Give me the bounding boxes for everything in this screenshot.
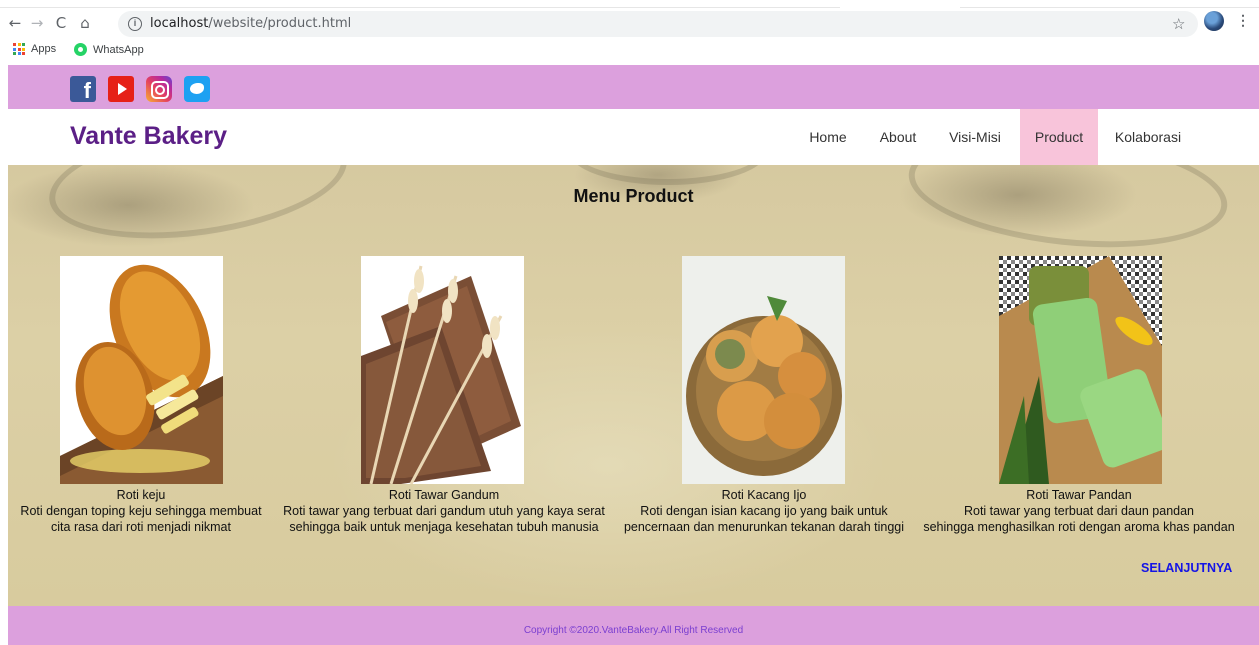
- product-description-line: sehingga menghasilkan roti dengan aroma …: [923, 520, 1235, 534]
- product-name: Roti keju: [116, 488, 166, 502]
- nav-about[interactable]: About: [866, 109, 930, 165]
- wheat-bread-illustration: [361, 256, 524, 484]
- product-caption-roti-keju: Roti keju Roti dengan toping keju sehing…: [8, 487, 274, 535]
- background-swirl: [568, 165, 768, 185]
- nav-home[interactable]: Home: [798, 109, 858, 165]
- background-swirl: [903, 165, 1233, 262]
- site-logo[interactable]: Vante Bakery: [70, 122, 227, 151]
- product-image-roti-tawar-gandum[interactable]: [361, 256, 524, 484]
- bookmark-whatsapp-label: WhatsApp: [93, 43, 144, 56]
- bookmark-whatsapp[interactable]: WhatsApp: [74, 43, 144, 56]
- product-name: Roti Kacang Ijo: [721, 488, 807, 502]
- instagram-icon[interactable]: [146, 76, 172, 102]
- pandan-bread-illustration: [999, 256, 1162, 484]
- bookmarks-bar: Apps WhatsApp: [0, 40, 1259, 62]
- product-caption-roti-tawar-pandan: Roti Tawar Pandan Roti tawar yang terbua…: [914, 487, 1244, 535]
- product-description-line: Roti tawar yang terbuat dari gandum utuh…: [283, 504, 605, 518]
- product-description-line: Roti dengan toping keju sehingga membuat: [20, 504, 262, 518]
- selanjutnya-link[interactable]: SELANJUTNYA: [1141, 561, 1232, 575]
- youtube-icon[interactable]: [108, 76, 134, 102]
- bun-basket-illustration: [682, 256, 845, 484]
- nav-visi-misi[interactable]: Visi-Misi: [938, 109, 1012, 165]
- product-name: Roti Tawar Pandan: [1026, 488, 1132, 502]
- product-caption-roti-tawar-gandum: Roti Tawar Gandum Roti tawar yang terbua…: [274, 487, 614, 535]
- product-caption-roti-kacang-ijo: Roti Kacang Ijo Roti dengan isian kacang…: [614, 487, 914, 535]
- social-bar: f: [8, 65, 1259, 109]
- product-name: Roti Tawar Gandum: [388, 488, 500, 502]
- address-bar[interactable]: i localhost/website/product.html: [118, 11, 1198, 37]
- cheese-bread-illustration: [60, 256, 223, 484]
- address-row: ← → C ⌂ i localhost/website/product.html…: [0, 11, 1259, 37]
- facebook-icon[interactable]: f: [70, 76, 96, 103]
- background-swirl: [41, 165, 355, 256]
- menu-kebab-icon[interactable]: ⋮: [1236, 12, 1250, 29]
- twitter-icon[interactable]: [184, 76, 210, 102]
- tab-strip-edge: [0, 0, 840, 8]
- product-section: Menu Product Roti keju Roti dengan topin…: [8, 165, 1259, 606]
- copyright-text: Copyright ©2020.VanteBakery.All Right Re…: [523, 625, 744, 636]
- url-path: /website/product.html: [208, 16, 352, 31]
- site-footer: Copyright ©2020.VanteBakery.All Right Re…: [8, 606, 1259, 645]
- tab-strip-edge: [960, 0, 1259, 8]
- product-description-line: Roti tawar yang terbuat dari daun pandan: [963, 504, 1195, 518]
- reload-icon[interactable]: C: [52, 14, 70, 32]
- product-description-line: pencernaan dan menurunkan tekanan darah …: [623, 520, 905, 534]
- page-title: Menu Product: [573, 186, 694, 206]
- product-image-roti-kacang-ijo[interactable]: [682, 256, 845, 484]
- bookmark-star-icon[interactable]: ☆: [1172, 15, 1185, 33]
- product-description-line: cita rasa dari roti menjadi nikmat: [51, 520, 231, 534]
- forward-arrow-icon[interactable]: →: [28, 14, 46, 32]
- browser-chrome: ← → C ⌂ i localhost/website/product.html…: [0, 0, 1259, 64]
- url-text: localhost/website/product.html: [150, 16, 351, 31]
- apps-grid-icon: [13, 43, 25, 55]
- bookmark-apps[interactable]: Apps: [13, 43, 56, 55]
- info-icon[interactable]: i: [128, 17, 142, 31]
- bookmark-apps-label: Apps: [31, 43, 57, 55]
- product-image-roti-tawar-pandan[interactable]: [999, 256, 1162, 484]
- whatsapp-icon: [74, 43, 87, 56]
- profile-avatar[interactable]: [1204, 11, 1224, 31]
- product-image-roti-keju[interactable]: [60, 256, 223, 484]
- url-host: localhost: [150, 16, 209, 31]
- product-description-line: sehingga baik untuk menjaga kesehatan tu…: [289, 520, 599, 534]
- home-icon[interactable]: ⌂: [76, 14, 94, 32]
- nav-product[interactable]: Product: [1020, 109, 1098, 165]
- site-header: Vante Bakery Home About Visi-Misi Produc…: [8, 109, 1259, 165]
- nav-kolaborasi[interactable]: Kolaborasi: [1106, 109, 1190, 165]
- back-arrow-icon[interactable]: ←: [6, 14, 24, 32]
- product-description-line: Roti dengan isian kacang ijo yang baik u…: [640, 504, 888, 518]
